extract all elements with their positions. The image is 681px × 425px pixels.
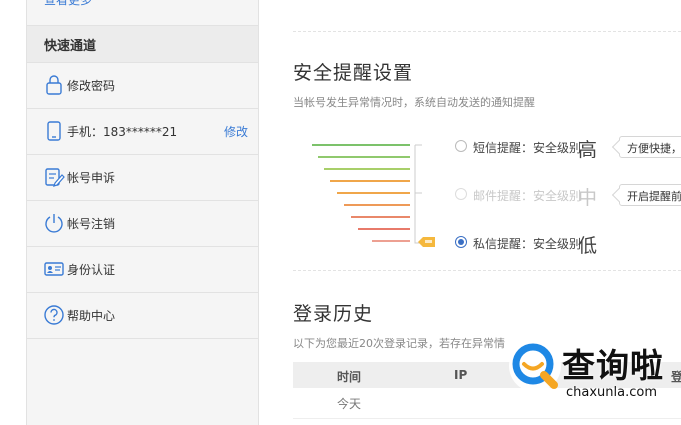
sms-reminder-radio[interactable]: [455, 140, 467, 152]
login-history-title: 登录历史: [293, 303, 374, 325]
id-card-icon: [44, 262, 64, 276]
email-level-text: 中: [578, 187, 598, 209]
security-level-graphic: [312, 144, 435, 247]
private-message-reminder-label: 私信提醒：安全级别: [473, 237, 582, 251]
quick-access-title: 快速通道: [44, 39, 97, 54]
column-header-ip: IP: [454, 368, 468, 382]
private-message-reminder-radio[interactable]: [455, 236, 467, 248]
sidebar-item-label: 身份认证: [67, 263, 116, 277]
view-more-link[interactable]: 查看更多: [27, 0, 258, 26]
view-more-label[interactable]: 查看更多: [44, 0, 92, 8]
sms-reminder-label: 短信提醒：安全级别: [473, 141, 582, 155]
sidebar-item-change-password[interactable]: 修改密码: [27, 62, 258, 109]
email-reminder-label: 邮件提醒：安全级别: [473, 189, 582, 203]
sidebar-item-phone: 手机：183******21 修改: [27, 108, 258, 155]
divider: [293, 270, 681, 271]
sidebar-item-label: 修改密码: [67, 79, 116, 93]
email-tooltip: 开启提醒前: [619, 184, 681, 206]
watermark-brand: 查询啦: [562, 346, 664, 385]
watermark-domain: chaxunla.com: [566, 385, 657, 400]
login-history-description: 以下为您最近20次登录记录，若存在异常情: [293, 337, 505, 350]
sidebar-item-account-cancel[interactable]: 帐号注销: [27, 200, 258, 247]
watermark-logo-icon: [509, 340, 561, 392]
login-time-cell: 今天: [337, 397, 362, 411]
power-icon: [45, 214, 63, 233]
security-reminder-title: 安全提醒设置: [293, 62, 414, 84]
sms-tooltip: 方便快捷，: [619, 136, 681, 158]
sidebar-item-label: 帐号注销: [67, 217, 116, 231]
private-message-level-text: 低: [578, 235, 598, 257]
sidebar-item-label: 帮助中心: [67, 309, 116, 323]
column-header-time: 时间: [337, 370, 362, 384]
phone-icon: [47, 121, 61, 141]
sms-tooltip-text: 方便快捷，: [627, 142, 681, 155]
edit-document-icon: [45, 168, 65, 187]
email-reminder-radio[interactable]: [455, 188, 467, 200]
sidebar-item-account-appeal[interactable]: 帐号申诉: [27, 154, 258, 201]
sms-level-text: 高: [578, 139, 598, 161]
divider: [293, 31, 681, 32]
sidebar-item-identity-verify[interactable]: 身份认证: [27, 246, 258, 293]
sidebar-item-label: 手机：183******21: [67, 125, 178, 139]
help-icon: [44, 305, 64, 325]
email-tooltip-text: 开启提醒前: [627, 190, 681, 203]
lock-icon: [46, 75, 62, 95]
watermark: 查询啦 chaxunla.com: [506, 335, 681, 405]
sidebar: 查看更多 快速通道 修改密码 手机：183******21 修改 帐号申诉 帐号…: [26, 0, 259, 425]
modify-phone-link[interactable]: 修改: [224, 123, 248, 140]
sidebar-item-help-center[interactable]: 帮助中心: [27, 292, 258, 339]
message-tag-icon: [418, 237, 435, 247]
sidebar-item-label: 帐号申诉: [67, 171, 116, 185]
security-reminder-description: 当帐号发生异常情况时，系统自动发送的通知提醒: [293, 96, 535, 109]
quick-access-header: 快速通道: [27, 26, 258, 63]
